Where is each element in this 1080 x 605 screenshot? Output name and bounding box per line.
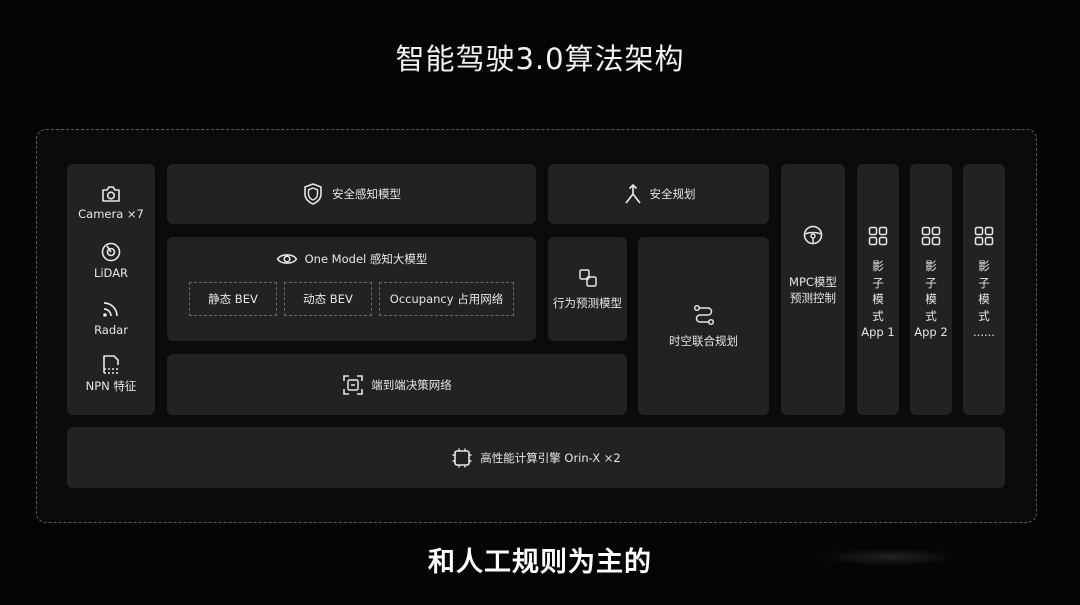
dynamic-bev-label: 动态 BEV (303, 292, 353, 306)
route-icon (693, 304, 714, 326)
occupancy-box: Occupancy 占用网络 (379, 282, 514, 316)
page-title: 智能驾驶3.0算法架构 (395, 42, 685, 76)
shadow-mode-more: 影 子 模 式 ...... (963, 164, 1005, 415)
shadow-mode-app-label: App 1 (861, 325, 895, 339)
scan-icon (343, 374, 364, 395)
static-bev-label: 静态 BEV (208, 292, 258, 306)
safety-planning-label: 安全规划 (649, 187, 696, 201)
lidar-icon (101, 242, 121, 262)
sensor-radar-label: Radar (94, 323, 128, 337)
safety-perception-box: 安全感知模型 (167, 164, 536, 224)
squares-icon (578, 269, 597, 287)
one-model-label: One Model 感知大模型 (304, 252, 428, 266)
shadow-mode-app2: 影 子 模 式 App 2 (910, 164, 952, 415)
spatiotemporal-planning-label: 时空联合规划 (669, 334, 738, 348)
behavior-prediction-label: 行为预测模型 (553, 296, 622, 310)
shadow-mode-app-label: App 2 (914, 325, 948, 339)
sensor-radar: Radar (67, 298, 155, 337)
shadow-mode-label: 影 子 模 式 App 2 (910, 258, 952, 341)
chip-icon (452, 448, 472, 467)
sensor-camera-label: Camera ×7 (78, 207, 144, 221)
grid-icon (974, 226, 994, 246)
sensor-npn-label: NPN 特征 (85, 379, 137, 393)
shield-icon (304, 183, 322, 205)
end-to-end-label: 端到端决策网络 (371, 377, 452, 392)
bottom-caption: 和人工规则为主的 (428, 547, 652, 578)
sensor-lidar: LiDAR (67, 241, 155, 280)
static-bev-box: 静态 BEV (189, 282, 277, 316)
camera-icon (102, 186, 120, 202)
shadow-mode-label: 影 子 模 式 ...... (963, 258, 1005, 341)
radar-icon (103, 302, 118, 317)
shadow-mode-label: 影 子 模 式 App 1 (857, 258, 899, 341)
safety-planning-box: 安全规划 (548, 164, 769, 224)
eye-icon (276, 254, 298, 264)
shadow-mode-app-label: ...... (973, 325, 995, 339)
sensor-panel: Camera ×7 LiDAR Radar NPN 特征 (67, 164, 155, 415)
sensor-npn: NPN 特征 (67, 353, 155, 394)
end-to-end-box: 端到端决策网络 (167, 354, 627, 415)
shadow-mode-app1: 影 子 模 式 App 1 (857, 164, 899, 415)
compute-engine-box: 高性能计算引擎 Orin-X ×2 (67, 427, 1005, 488)
safety-perception-label: 安全感知模型 (332, 187, 401, 201)
sensor-lidar-label: LiDAR (93, 266, 129, 280)
one-model-box: One Model 感知大模型 静态 BEV 动态 BEV Occupancy … (167, 237, 536, 341)
mpc-label-line2: 预测控制 (790, 291, 836, 305)
mpc-box: MPC模型 预测控制 (781, 164, 845, 415)
spatiotemporal-planning-box: 时空联合规划 (638, 237, 769, 415)
fork-arrow-icon (624, 184, 641, 204)
steering-wheel-icon (803, 225, 823, 245)
grid-icon (868, 226, 888, 246)
mpc-label-line1: MPC模型 (789, 275, 837, 289)
behavior-prediction-box: 行为预测模型 (548, 237, 627, 341)
sensor-camera: Camera ×7 (67, 184, 155, 221)
document-icon (103, 355, 119, 374)
compute-engine-label: 高性能计算引擎 Orin-X ×2 (480, 450, 621, 465)
dynamic-bev-box: 动态 BEV (284, 282, 372, 316)
grid-icon (921, 226, 941, 246)
occupancy-label: Occupancy 占用网络 (389, 292, 504, 306)
